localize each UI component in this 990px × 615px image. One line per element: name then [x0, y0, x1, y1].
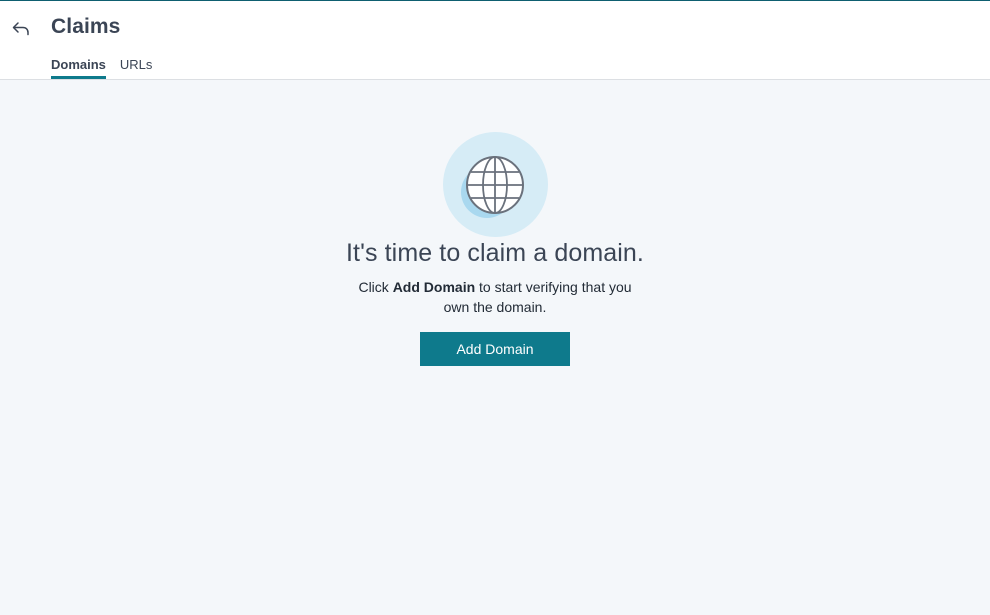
page-header: Claims Domains URLs: [0, 1, 990, 80]
empty-state: It's time to claim a domain. Click Add D…: [0, 132, 990, 366]
empty-state-headline: It's time to claim a domain.: [346, 239, 644, 267]
desc-bold: Add Domain: [392, 279, 476, 295]
back-arrow-icon: [12, 22, 29, 36]
globe-icon: [460, 156, 524, 218]
back-button[interactable]: [8, 16, 34, 42]
tab-bar: Domains URLs: [51, 56, 152, 80]
globe-illustration: [442, 132, 548, 237]
page-title: Claims: [51, 15, 121, 38]
empty-state-description: Click Add Domain to start verifying that…: [345, 277, 645, 317]
add-domain-button[interactable]: Add Domain: [420, 332, 570, 366]
tab-domains[interactable]: Domains: [51, 56, 106, 80]
desc-prefix: Click: [358, 279, 393, 295]
tab-urls[interactable]: URLs: [120, 56, 153, 80]
